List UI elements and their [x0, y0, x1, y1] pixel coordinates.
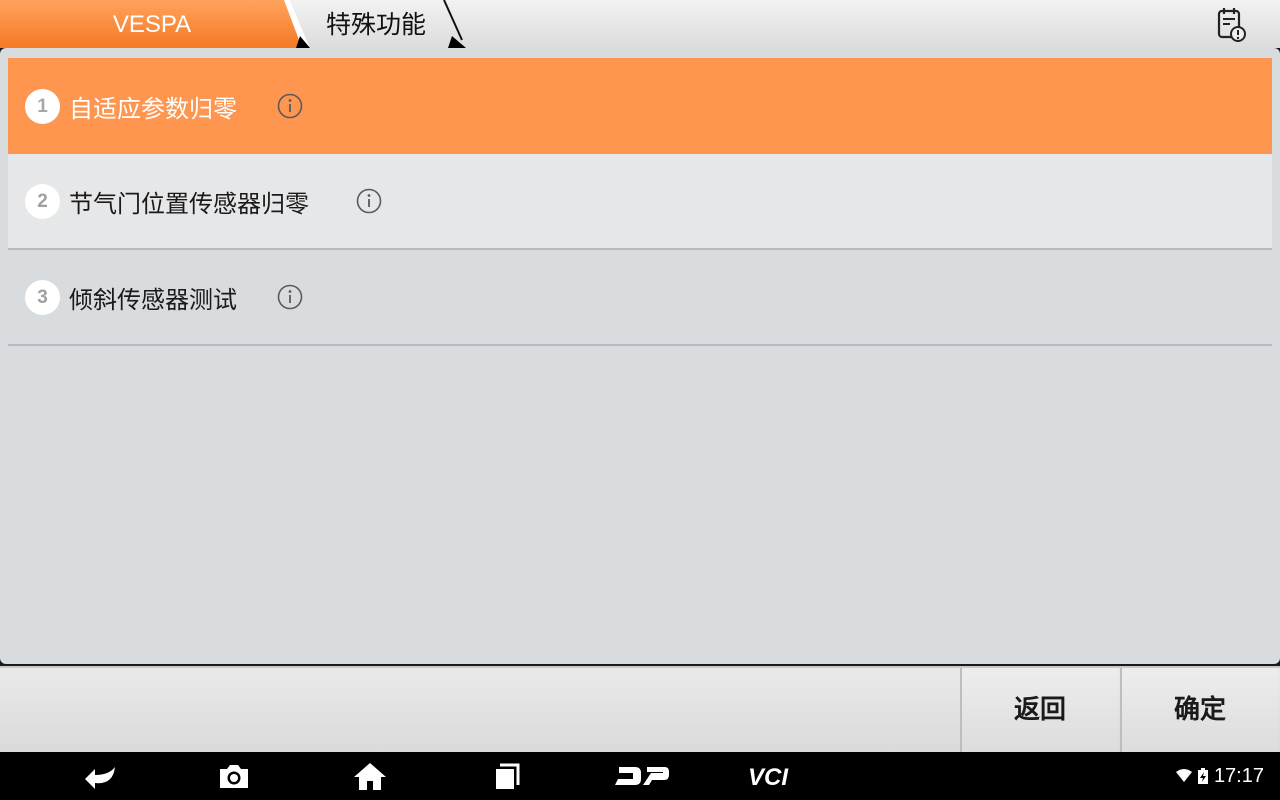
function-list-panel: 1 自适应参数归零 2 节气门位置传感器归零 3 倾斜传感器测试 [0, 48, 1280, 664]
system-navigation-bar: VCI 17:17 [0, 752, 1280, 800]
clock-time: 17:17 [1213, 765, 1264, 787]
camera-icon[interactable] [216, 760, 252, 792]
item-number-badge: 1 [25, 88, 60, 124]
breadcrumb-label: VESPA [112, 11, 192, 38]
info-icon[interactable] [356, 188, 382, 214]
status-area: 17:17 [1175, 752, 1264, 800]
wifi-icon [1175, 769, 1192, 782]
item-number-badge: 3 [25, 279, 60, 315]
confirm-button[interactable]: 确定 [1120, 668, 1278, 752]
item-label: 倾斜传感器测试 [69, 285, 237, 314]
list-item[interactable]: 3 倾斜传感器测试 [8, 250, 1272, 346]
breadcrumb: VESPA 特殊功能 [0, 0, 1280, 48]
breadcrumb-item-vespa[interactable]: VESPA [0, 0, 310, 48]
report-clipboard-icon[interactable] [1210, 4, 1250, 44]
home-icon[interactable] [352, 760, 388, 792]
breadcrumb-item-special-functions[interactable]: 特殊功能 [290, 0, 470, 48]
list-item[interactable]: 1 自适应参数归零 [8, 58, 1272, 154]
battery-charging-icon [1197, 768, 1208, 784]
function-list: 1 自适应参数归零 2 节气门位置传感器归零 3 倾斜传感器测试 [8, 58, 1272, 346]
back-icon[interactable] [80, 760, 120, 792]
svg-text:VCI: VCI [748, 764, 789, 789]
recents-icon[interactable] [490, 760, 524, 792]
info-icon[interactable] [277, 284, 303, 310]
back-button[interactable]: 返回 [960, 668, 1118, 752]
dp-icon[interactable] [612, 760, 672, 792]
item-label: 节气门位置传感器归零 [69, 189, 309, 218]
breadcrumb-label: 特殊功能 [326, 10, 427, 39]
item-number-badge: 2 [25, 183, 60, 219]
info-icon[interactable] [277, 93, 303, 119]
list-item[interactable]: 2 节气门位置传感器归零 [8, 154, 1272, 250]
item-label: 自适应参数归零 [69, 94, 237, 123]
vci-icon[interactable]: VCI [746, 760, 810, 792]
action-bar: 返回 确定 [0, 666, 1280, 752]
